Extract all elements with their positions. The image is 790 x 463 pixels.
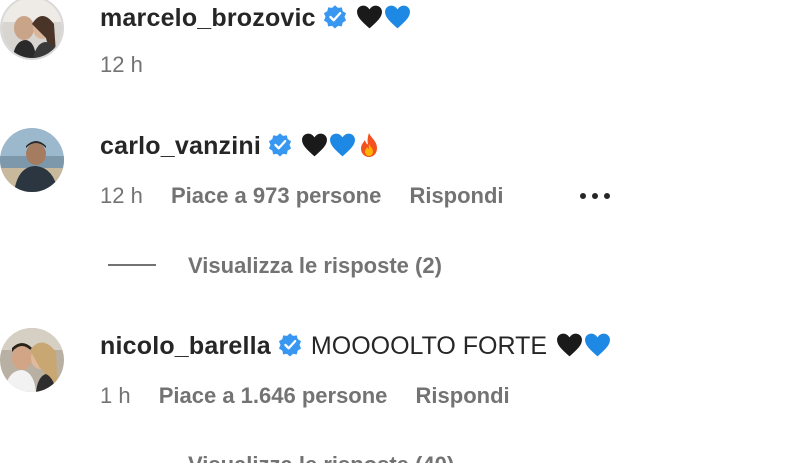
view-replies-label: Visualizza le risposte (40)	[188, 452, 454, 463]
comment-header: marcelo_brozovic	[100, 2, 412, 34]
reply-button[interactable]: Rispondi	[409, 183, 503, 208]
reply-button[interactable]: Rispondi	[416, 383, 510, 408]
comment-time: 1 h	[100, 383, 131, 408]
comment-text: MOOOOLTO FORTE	[310, 332, 548, 360]
comment-header: carlo_vanzini	[100, 130, 382, 162]
username[interactable]: nicolo_barella	[100, 332, 271, 360]
likes-count-link[interactable]: Piace a 1.646 persone	[159, 383, 388, 408]
comment-meta: 12 h Piace a 973 persone Rispondi	[100, 182, 526, 210]
view-replies-button[interactable]: Visualizza le risposte (2)	[108, 252, 442, 280]
view-replies-button[interactable]: Visualizza le risposte (40)	[108, 451, 454, 463]
username[interactable]: carlo_vanzini	[100, 132, 261, 160]
avatar-carlo-vanzini[interactable]	[0, 128, 64, 192]
comment-meta: 12 h	[100, 51, 165, 79]
comment-time: 12 h	[100, 183, 143, 208]
more-options-icon[interactable]	[580, 191, 612, 201]
avatar-marcelo-brozovic[interactable]	[0, 0, 64, 60]
verified-badge-icon	[268, 133, 292, 157]
avatar-nicolo-barella[interactable]	[0, 328, 64, 392]
username[interactable]: marcelo_brozovic	[100, 4, 316, 32]
comment-time: 12 h	[100, 52, 143, 77]
blue-heart-icon	[585, 333, 611, 357]
fire-icon	[361, 133, 377, 157]
black-heart-icon	[302, 133, 327, 157]
comment-thread: marcelo_brozovic 12 h carlo_vanzini 12 h…	[0, 0, 790, 463]
black-heart-icon	[356, 5, 382, 29]
replies-divider	[108, 264, 156, 266]
verified-badge-icon	[278, 333, 301, 357]
blue-heart-icon	[384, 5, 410, 29]
blue-heart-icon	[330, 133, 355, 157]
comment-header: nicolo_barella MOOOOLTO FORTE	[100, 330, 612, 362]
view-replies-label: Visualizza le risposte (2)	[188, 253, 442, 278]
avatar-photo	[2, 0, 62, 58]
black-heart-icon	[557, 333, 583, 357]
avatar-photo	[0, 128, 64, 192]
avatar-photo	[0, 328, 64, 392]
verified-badge-icon	[323, 5, 346, 29]
likes-count-link[interactable]: Piace a 973 persone	[171, 183, 381, 208]
comment-meta: 1 h Piace a 1.646 persone Rispondi	[100, 382, 532, 410]
